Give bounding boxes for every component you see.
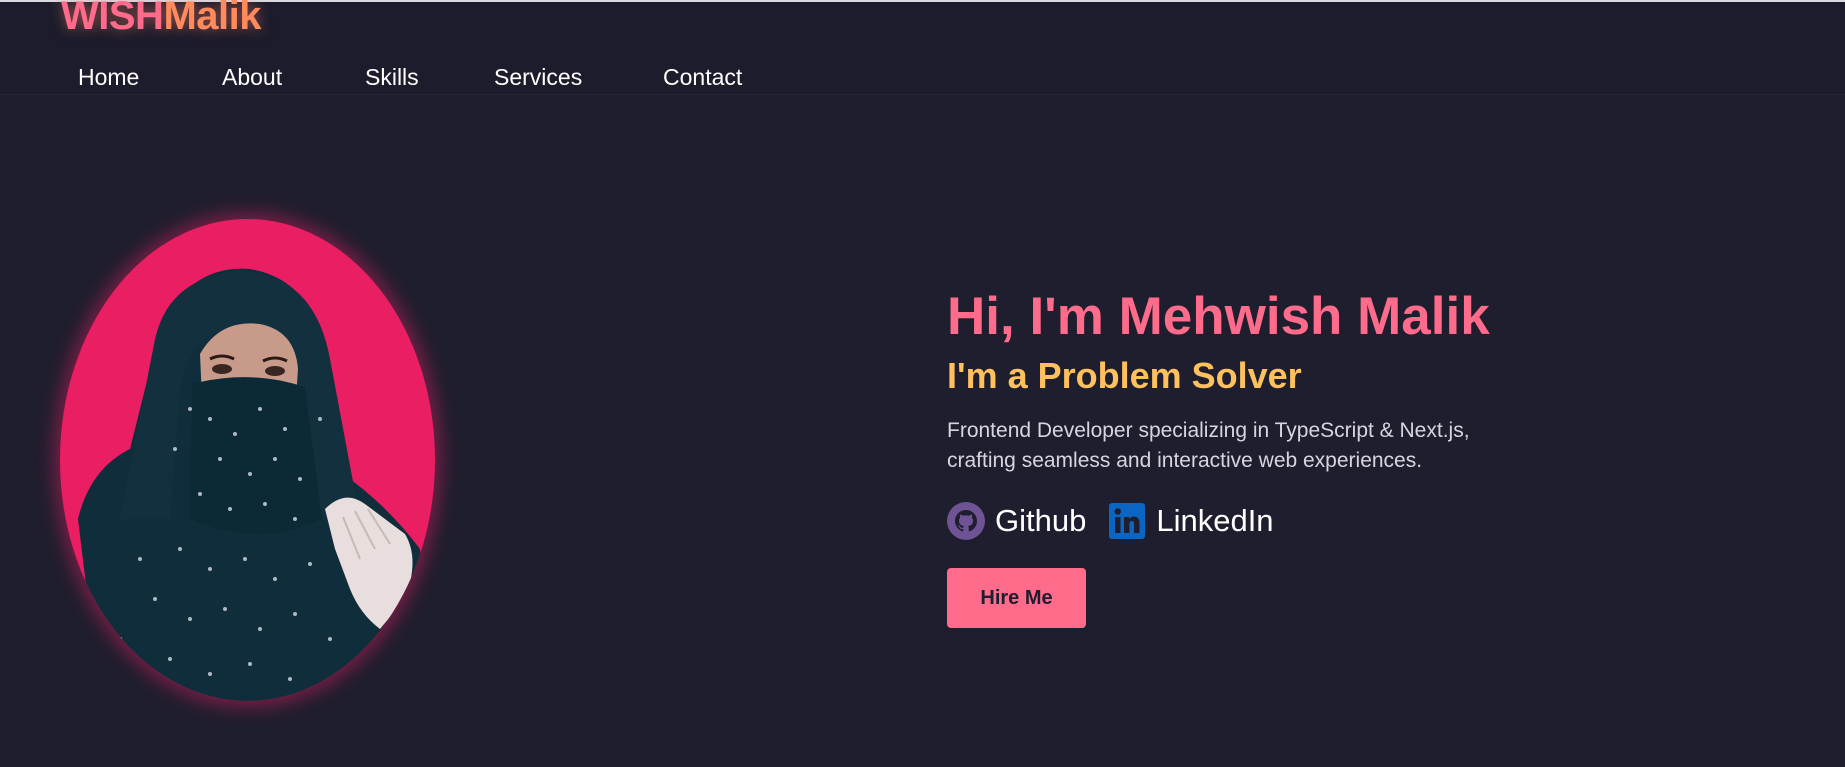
github-link[interactable]: Github [947,502,1086,540]
github-label: Github [995,503,1087,538]
site-header: WISHMalik Home About Skills Services Con… [0,0,1845,95]
linkedin-link[interactable]: LinkedIn [1108,502,1274,540]
nav-about-link[interactable]: About [222,64,365,91]
nav-home-link[interactable]: Home [78,64,222,91]
nav-skills-link[interactable]: Skills [365,64,494,91]
page: WISHMalik Home About Skills Services Con… [0,0,1845,767]
logo-part-wish: WISH [61,0,164,38]
profile-portrait [60,219,435,701]
main-nav: Home About Skills Services Contact [78,64,763,91]
github-icon [947,502,985,540]
hero-subtitle: I'm a Problem Solver [947,355,1302,396]
nav-services-link[interactable]: Services [494,64,663,91]
nav-contact-link[interactable]: Contact [663,64,763,91]
hire-me-button[interactable]: Hire Me [947,568,1086,628]
linkedin-icon [1108,502,1146,540]
hero-description: Frontend Developer specializing in TypeS… [947,419,1470,472]
linkedin-label: LinkedIn [1156,503,1274,538]
logo[interactable]: WISHMalik [61,0,261,39]
hero-title: Hi, I'm Mehwish Malik [947,287,1490,346]
hero-section: Hi, I'm Mehwish Malik I'm a Problem Solv… [947,288,1647,628]
social-links: Github LinkedIn [947,502,1647,540]
profile-photo-illustration [78,268,435,701]
logo-part-malik: Malik [163,0,261,38]
